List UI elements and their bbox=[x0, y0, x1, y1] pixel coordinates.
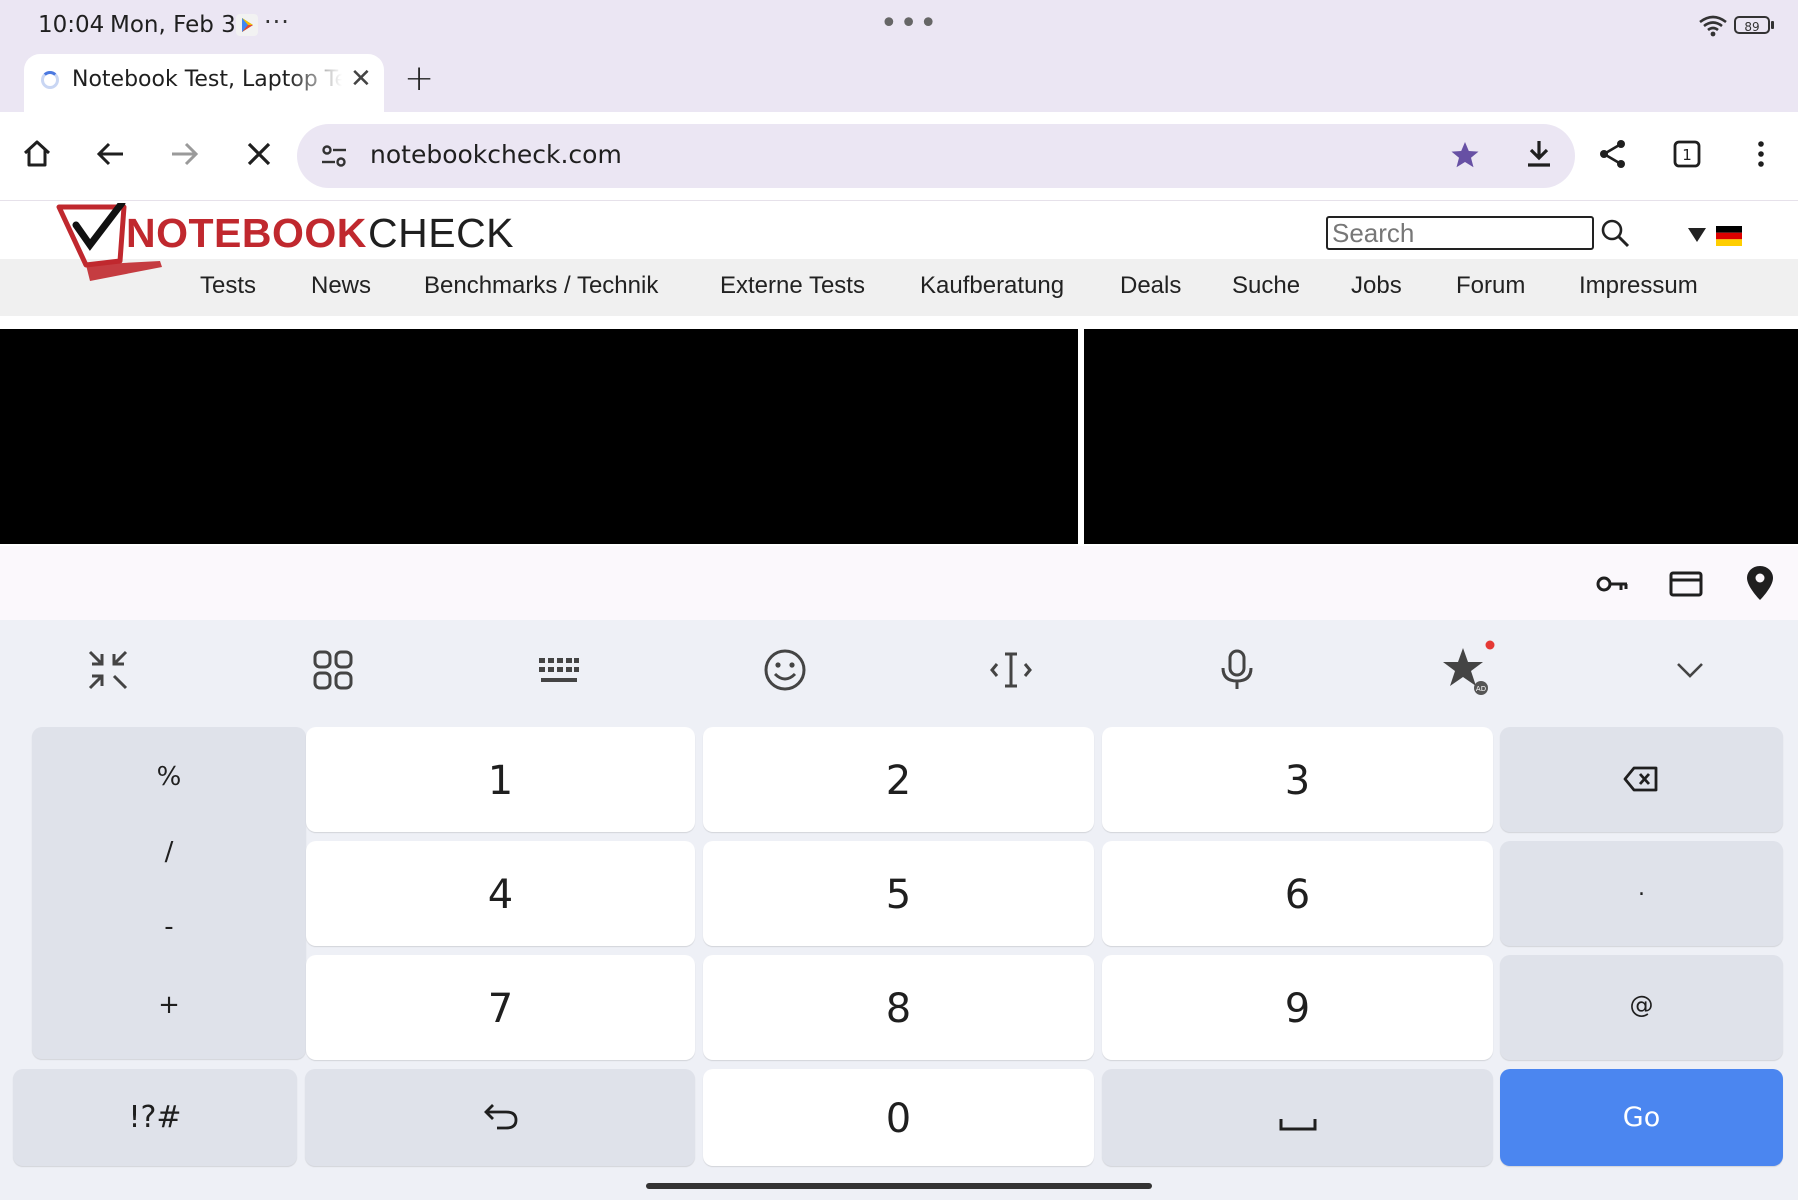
payment-card-icon[interactable] bbox=[1668, 566, 1704, 602]
nav-item-impressum[interactable]: Impressum bbox=[1579, 272, 1698, 300]
language-dropdown-icon[interactable] bbox=[1688, 228, 1706, 242]
nav-item-benchmarks[interactable]: Benchmarks / Technik bbox=[424, 272, 658, 300]
collapse-keyboard-chevron-icon[interactable] bbox=[1668, 648, 1712, 692]
stop-loading-icon[interactable] bbox=[243, 138, 275, 170]
key-plus[interactable]: + bbox=[32, 990, 306, 1020]
share-icon[interactable] bbox=[1597, 138, 1629, 170]
keyboard-layout-icon[interactable] bbox=[537, 648, 581, 692]
site-settings-icon[interactable] bbox=[318, 140, 350, 172]
tab-close-icon[interactable]: ✕ bbox=[350, 64, 372, 94]
dark-mode-moon-icon[interactable] bbox=[1648, 222, 1668, 246]
space-icon bbox=[1279, 1119, 1317, 1131]
nav-item-tests[interactable]: Tests bbox=[200, 272, 256, 300]
location-pin-icon[interactable] bbox=[1742, 564, 1778, 602]
bookmark-star-icon[interactable] bbox=[1449, 139, 1481, 171]
svg-text:AD: AD bbox=[1476, 685, 1486, 693]
key-3[interactable]: 3 bbox=[1102, 727, 1493, 832]
search-icon[interactable] bbox=[1600, 218, 1630, 248]
key-0[interactable]: 0 bbox=[703, 1069, 1094, 1166]
key-9[interactable]: 9 bbox=[1102, 955, 1493, 1060]
text-cursor-icon[interactable] bbox=[989, 648, 1033, 692]
key-6[interactable]: 6 bbox=[1102, 841, 1493, 946]
nav-item-deals[interactable]: Deals bbox=[1120, 272, 1181, 300]
play-store-icon bbox=[236, 14, 258, 36]
nav-item-externe-tests[interactable]: Externe Tests bbox=[720, 272, 865, 300]
key-5[interactable]: 5 bbox=[703, 841, 1094, 946]
emoji-icon[interactable] bbox=[763, 648, 807, 692]
key-dot[interactable]: . bbox=[1500, 841, 1783, 946]
nav-item-kaufberatung[interactable]: Kaufberatung bbox=[920, 272, 1064, 300]
battery-tip bbox=[1771, 21, 1774, 29]
key-percent[interactable]: % bbox=[32, 762, 306, 792]
key-4[interactable]: 4 bbox=[306, 841, 695, 946]
apps-grid-icon[interactable] bbox=[311, 648, 355, 692]
status-date: Mon, Feb 3 bbox=[110, 12, 236, 38]
video-placeholder-right[interactable] bbox=[1084, 329, 1798, 544]
key-1[interactable]: 1 bbox=[306, 727, 695, 832]
tab-switcher-icon[interactable]: 1 bbox=[1671, 138, 1703, 170]
nav-item-jobs[interactable]: Jobs bbox=[1351, 272, 1402, 300]
logo-text-check[interactable]: CHECK bbox=[368, 210, 514, 257]
logo-text-notebook[interactable]: NOTEBOOK bbox=[126, 210, 367, 257]
key-8[interactable]: 8 bbox=[703, 955, 1094, 1060]
overflow-menu-icon[interactable] bbox=[1745, 138, 1777, 170]
german-flag-icon[interactable] bbox=[1716, 226, 1742, 246]
backspace-icon bbox=[1623, 766, 1658, 792]
download-icon[interactable] bbox=[1523, 138, 1555, 170]
backspace-key[interactable] bbox=[1500, 727, 1783, 832]
key-7[interactable]: 7 bbox=[306, 955, 695, 1060]
microphone-icon[interactable] bbox=[1215, 648, 1259, 692]
home-icon[interactable] bbox=[21, 138, 53, 170]
status-more-icon: ··· bbox=[264, 8, 290, 36]
multitask-handle[interactable]: ••• bbox=[880, 6, 939, 41]
floating-keyboard-icon[interactable] bbox=[86, 648, 130, 692]
nav-item-forum[interactable]: Forum bbox=[1456, 272, 1525, 300]
nav-item-news[interactable]: News bbox=[311, 272, 371, 300]
key-at[interactable]: @ bbox=[1500, 955, 1783, 1060]
ai-star-icon[interactable]: AD bbox=[1437, 638, 1501, 702]
undo-key[interactable] bbox=[305, 1069, 695, 1166]
key-slash[interactable]: / bbox=[32, 837, 306, 867]
url-text[interactable]: notebookcheck.com bbox=[370, 140, 622, 169]
svg-text:1: 1 bbox=[1682, 146, 1692, 164]
password-key-icon[interactable] bbox=[1594, 566, 1630, 602]
tab-title: Notebook Test, Laptop Test bbox=[72, 67, 342, 92]
go-key[interactable]: Go bbox=[1500, 1069, 1783, 1166]
autofill-bar bbox=[0, 546, 1798, 621]
undo-icon bbox=[484, 1104, 518, 1130]
forward-arrow-icon[interactable] bbox=[168, 138, 200, 170]
video-placeholder-left[interactable] bbox=[0, 329, 1078, 544]
symbols-mode-key[interactable]: !?# bbox=[13, 1069, 297, 1166]
nav-item-suche[interactable]: Suche bbox=[1232, 272, 1300, 300]
status-time: 10:04 bbox=[38, 12, 105, 38]
key-minus[interactable]: - bbox=[32, 912, 306, 942]
key-2[interactable]: 2 bbox=[703, 727, 1094, 832]
site-search-input[interactable]: Search bbox=[1326, 216, 1594, 250]
space-key[interactable] bbox=[1102, 1069, 1493, 1166]
back-arrow-icon[interactable] bbox=[95, 138, 127, 170]
home-indicator[interactable] bbox=[646, 1183, 1152, 1189]
loading-spinner-icon bbox=[41, 71, 59, 89]
new-tab-button[interactable]: + bbox=[404, 58, 434, 99]
wifi-icon bbox=[1699, 15, 1727, 37]
site-nav-bar bbox=[0, 259, 1798, 316]
battery-indicator: 89 bbox=[1734, 16, 1770, 34]
